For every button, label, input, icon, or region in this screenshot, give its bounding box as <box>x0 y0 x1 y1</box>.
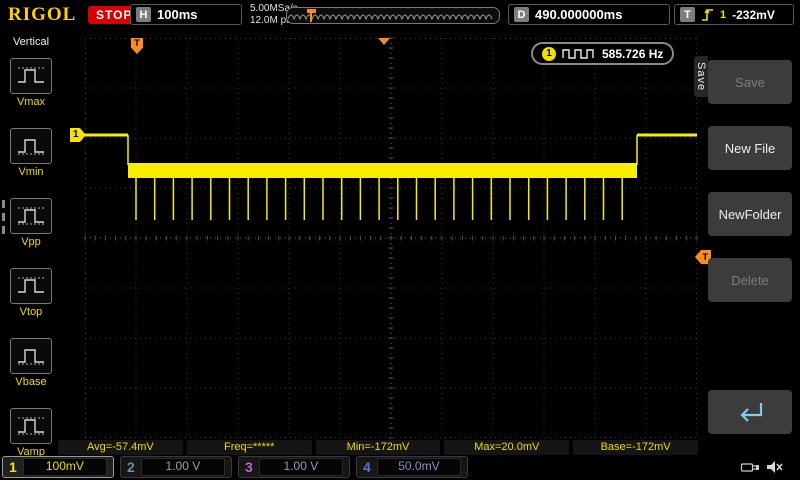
delay-label: D <box>514 7 529 22</box>
left-menu-item-label: Vmin <box>18 166 44 178</box>
softkey-newfolder[interactable]: NewFolder <box>708 192 792 236</box>
channel-scale: 50.0mV <box>376 458 461 476</box>
vbase-pulse-icon <box>10 338 52 374</box>
softkey-new-file[interactable]: New File <box>708 126 792 170</box>
trigger-level-value: -232mV <box>732 7 775 22</box>
left-menu-item-vbase[interactable]: Vbase <box>8 338 54 388</box>
left-menu-item-label: Vmax <box>16 96 46 108</box>
vmax-pulse-icon <box>10 58 52 94</box>
measurement-freq: Freq=***** <box>186 440 312 455</box>
trigger-source: 1 <box>720 8 727 21</box>
trigger-label: T <box>680 7 695 22</box>
waveform-noise-band <box>128 163 637 178</box>
speaker-icon <box>767 461 783 473</box>
rigol-logo: RIGOL <box>8 4 77 25</box>
channel-3-status[interactable]: 3 1.00 V <box>238 456 350 478</box>
channel-number: 1 <box>9 459 17 475</box>
softkey-return[interactable] <box>708 390 792 434</box>
graticule-and-waveform <box>84 37 698 439</box>
left-menu-item-vpp[interactable]: Vpp <box>8 198 54 248</box>
rising-edge-icon <box>702 8 713 21</box>
usb-icon <box>740 463 759 472</box>
measurement-avg: Avg=-57.4mV <box>58 440 183 455</box>
memory-waveform-icon <box>287 9 493 22</box>
channel-scale: 1.00 V <box>258 458 343 476</box>
return-arrow-icon <box>740 403 763 422</box>
menu-tab-save: Save <box>694 56 708 98</box>
frequency-counter-badge: 1 585.726 Hz <box>531 42 675 65</box>
channel-scale: 1.00 V <box>140 458 225 476</box>
softkey-delete[interactable]: Delete <box>708 258 792 302</box>
measurement-base: Base=-172mV <box>573 440 698 455</box>
left-menu-title: Vertical <box>12 36 50 48</box>
measurement-min: Min=-172mV <box>315 440 441 455</box>
left-measure-menu: Vertical Vmax Vmin Vpp Vtop Vbase Vamp <box>0 30 62 458</box>
left-menu-item-label: Vbase <box>15 376 47 388</box>
channel-number: 4 <box>363 459 371 475</box>
square-wave-icon <box>562 48 594 59</box>
waveform-display <box>84 37 698 439</box>
horizontal-label: H <box>136 7 151 22</box>
horizontal-group: H 100ms <box>130 4 242 25</box>
left-menu-item-vamp[interactable]: Vamp <box>8 408 54 458</box>
delay-group: D 490.000000ms <box>508 4 670 25</box>
channel-scale: 100mV <box>22 458 107 476</box>
channel-4-status[interactable]: 4 50.0mV <box>356 456 468 478</box>
vmin-pulse-icon <box>10 128 52 164</box>
trigger-group: T 1 -232mV <box>674 4 794 25</box>
counter-source-icon: 1 <box>542 46 556 61</box>
channel-status-bar: 1 100mV 2 1.00 V 3 1.00 V 4 50.0mV <box>0 456 800 480</box>
channel-number: 3 <box>245 459 253 475</box>
channel-2-status[interactable]: 2 1.00 V <box>120 456 232 478</box>
vpp-pulse-icon <box>10 198 52 234</box>
left-menu-item-vmax[interactable]: Vmax <box>8 58 54 108</box>
left-menu-item-label: Vtop <box>19 306 43 318</box>
measurement-bar: Avg=-57.4mV Freq=***** Min=-172mV Max=20… <box>58 440 698 455</box>
left-menu-item-vtop[interactable]: Vtop <box>8 268 54 318</box>
top-status-bar: RIGOL STOP H 100ms 5.00MSa/s 12.0M pts D… <box>0 0 800 30</box>
channel-number: 2 <box>127 459 135 475</box>
measurement-max: Max=20.0mV <box>444 440 570 455</box>
channel1-level-marker[interactable]: 1 <box>70 128 86 142</box>
channel-1-status[interactable]: 1 100mV <box>2 456 114 478</box>
left-menu-item-label: Vpp <box>21 236 41 248</box>
vamp-pulse-icon <box>10 408 52 444</box>
softkey-save[interactable]: Save <box>708 60 792 104</box>
delay-value: 490.000000ms <box>535 7 623 22</box>
memory-position-bar[interactable] <box>286 7 500 24</box>
vtop-pulse-icon <box>10 268 52 304</box>
left-menu-item-vmin[interactable]: Vmin <box>8 128 54 178</box>
timebase-value: 100ms <box>157 7 198 22</box>
frequency-value: 585.726 Hz <box>602 46 664 61</box>
scroll-indicator <box>2 200 6 239</box>
